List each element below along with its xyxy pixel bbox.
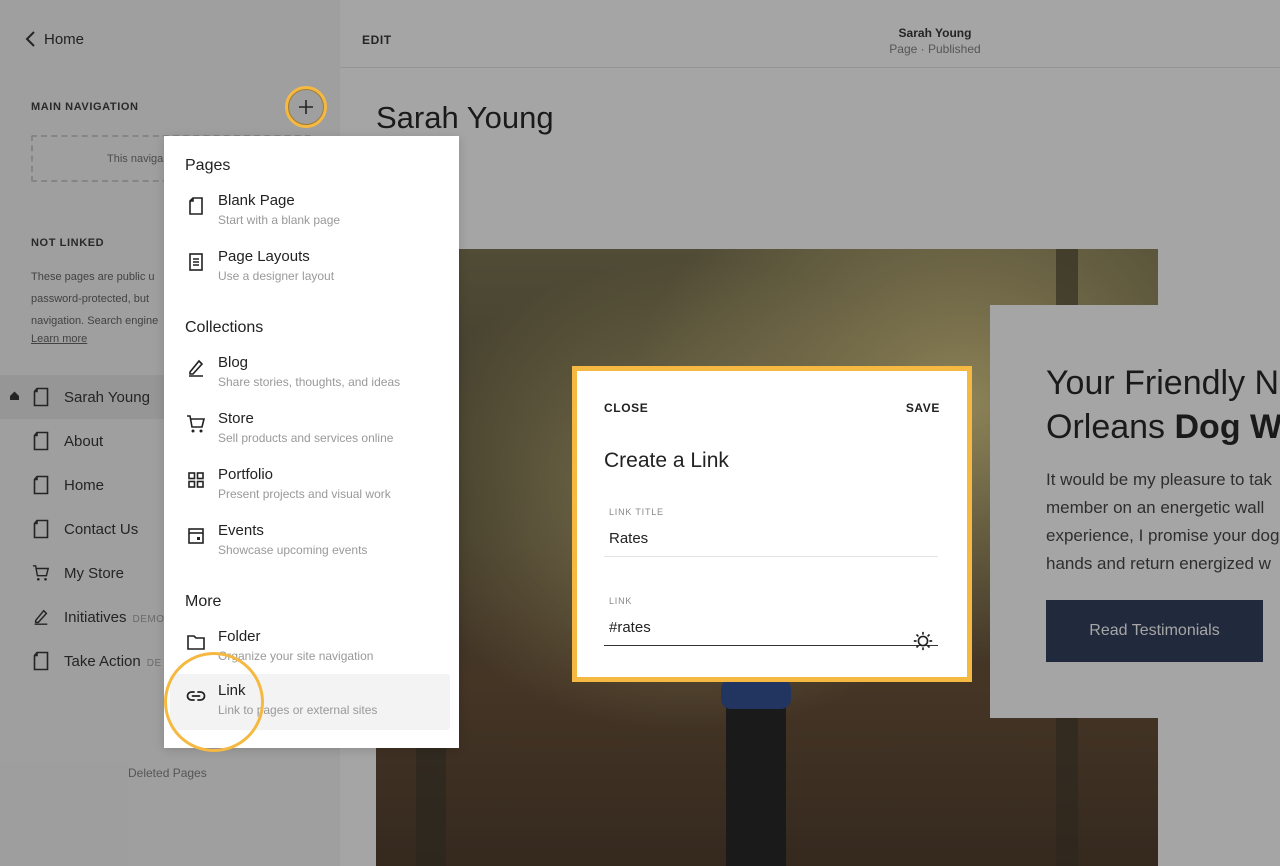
gear-icon[interactable] <box>912 630 934 652</box>
create-link-dialog-frame: CLOSE SAVE Create a Link LINK TITLE LINK <box>572 366 972 682</box>
menu-item-label: Events <box>218 522 264 539</box>
folder-icon <box>187 635 205 650</box>
menu-group-collections: Collections <box>185 319 264 336</box>
menu-item-description: Use a designer layout <box>218 269 335 283</box>
dialog-title: Create a Link <box>604 449 729 472</box>
grid-icon <box>188 472 204 488</box>
dialog-close-button[interactable]: CLOSE <box>604 401 648 415</box>
menu-item-label: Blank Page <box>218 192 295 209</box>
menu-item-description: Share stories, thoughts, and ideas <box>218 375 401 389</box>
menu-item-link[interactable]: Link Link to pages or external sites <box>170 674 450 730</box>
menu-item-store[interactable]: Store Sell products and services online <box>170 402 450 458</box>
page-layouts-icon <box>189 253 203 271</box>
menu-item-label: Folder <box>218 628 261 645</box>
menu-item-events[interactable]: Events Showcase upcoming events <box>170 514 450 570</box>
dialog-save-button[interactable]: SAVE <box>906 401 940 415</box>
menu-group-more: More <box>185 593 222 610</box>
link-title-field: LINK TITLE <box>604 507 938 557</box>
blank-page-icon <box>189 197 203 215</box>
calendar-icon <box>188 528 204 544</box>
menu-item-page-layouts[interactable]: Page Layouts Use a designer layout <box>170 240 450 296</box>
menu-item-description: Link to pages or external sites <box>218 703 378 717</box>
menu-item-blog[interactable]: Blog Share stories, thoughts, and ideas <box>170 346 450 402</box>
blog-icon <box>189 359 204 377</box>
menu-item-description: Organize your site navigation <box>218 649 374 663</box>
menu-item-label: Page Layouts <box>218 248 310 265</box>
menu-item-description: Showcase upcoming events <box>218 543 368 557</box>
link-icon <box>186 691 206 701</box>
link-title-label: LINK TITLE <box>609 507 664 517</box>
menu-item-portfolio[interactable]: Portfolio Present projects and visual wo… <box>170 458 450 514</box>
add-page-menu: Pages Blank Page Start with a blank page… <box>164 136 459 748</box>
menu-item-description: Sell products and services online <box>218 431 394 445</box>
create-link-dialog: CLOSE SAVE Create a Link LINK TITLE LINK <box>577 371 967 677</box>
menu-item-description: Start with a blank page <box>218 213 341 227</box>
link-title-input[interactable] <box>604 521 938 557</box>
menu-group-pages: Pages <box>185 157 231 174</box>
link-url-input[interactable] <box>604 610 938 646</box>
link-url-field: LINK <box>604 596 938 651</box>
menu-item-label: Store <box>218 410 254 427</box>
menu-item-description: Present projects and visual work <box>218 487 391 501</box>
menu-item-label: Blog <box>218 354 249 371</box>
link-url-label: LINK <box>609 596 633 606</box>
menu-item-blank-page[interactable]: Blank Page Start with a blank page <box>170 184 450 240</box>
menu-item-label: Link <box>218 682 246 699</box>
menu-item-label: Portfolio <box>218 466 274 483</box>
menu-item-folder[interactable]: Folder Organize your site navigation <box>170 620 450 676</box>
cart-icon <box>187 415 206 433</box>
